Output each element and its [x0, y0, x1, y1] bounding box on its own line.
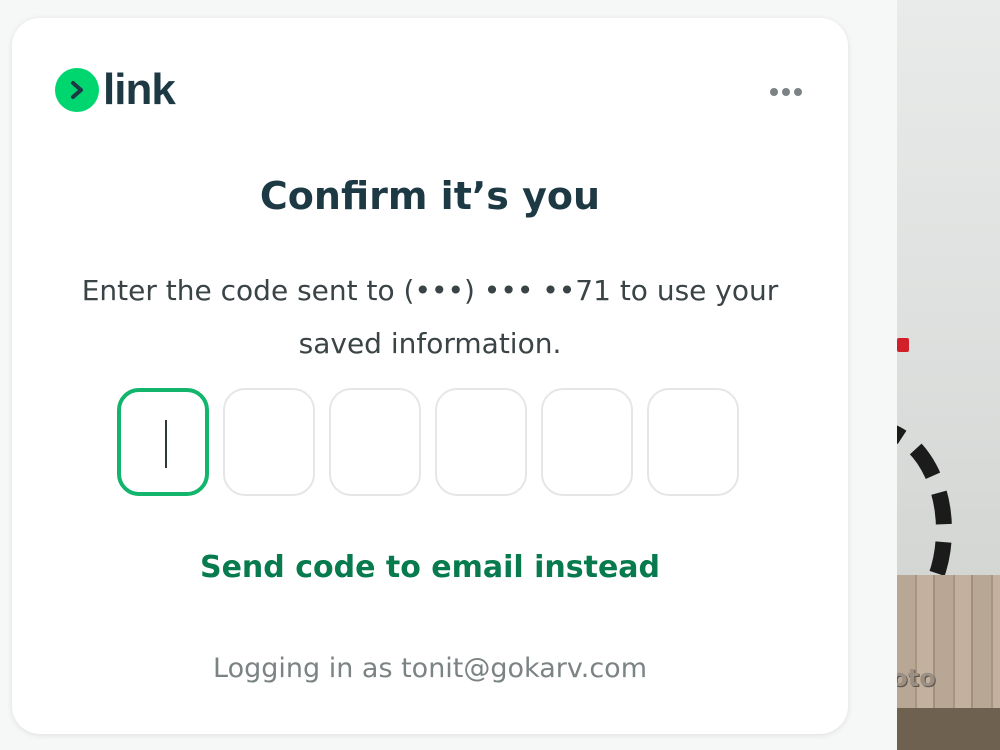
text-caret: [165, 420, 167, 468]
more-horizontal-icon: [770, 88, 778, 96]
code-digit-2[interactable]: [223, 388, 315, 496]
page: loto link Confirm it’s you Enter the cod…: [0, 0, 1000, 750]
background-photo: loto: [897, 0, 1000, 750]
dialog-subtitle: Enter the code sent to (•••) ••• ••71 to…: [81, 274, 779, 360]
chevron-right-icon: [55, 68, 99, 112]
link-logo: link: [55, 65, 176, 114]
logo-wordmark: link: [103, 65, 176, 114]
code-digit-3[interactable]: [329, 388, 421, 496]
floor-shadow: [897, 708, 1000, 750]
code-digit-5[interactable]: [541, 388, 633, 496]
photo-watermark: loto: [897, 664, 936, 692]
code-digit-4[interactable]: [435, 388, 527, 496]
send-code-to-email-link[interactable]: Send code to email instead: [12, 550, 848, 585]
motorbike-red-detail: [897, 338, 909, 352]
verification-code-input: [117, 388, 739, 496]
code-digit-1[interactable]: [117, 388, 209, 496]
code-digit-6[interactable]: [647, 388, 739, 496]
dialog-title: Confirm it’s you: [259, 174, 601, 218]
logged-in-as-text: Logging in as tonit@gokarv.com: [213, 653, 647, 684]
more-options-button[interactable]: [766, 84, 806, 100]
link-auth-modal: link Confirm it’s you Enter the code sen…: [12, 18, 848, 734]
